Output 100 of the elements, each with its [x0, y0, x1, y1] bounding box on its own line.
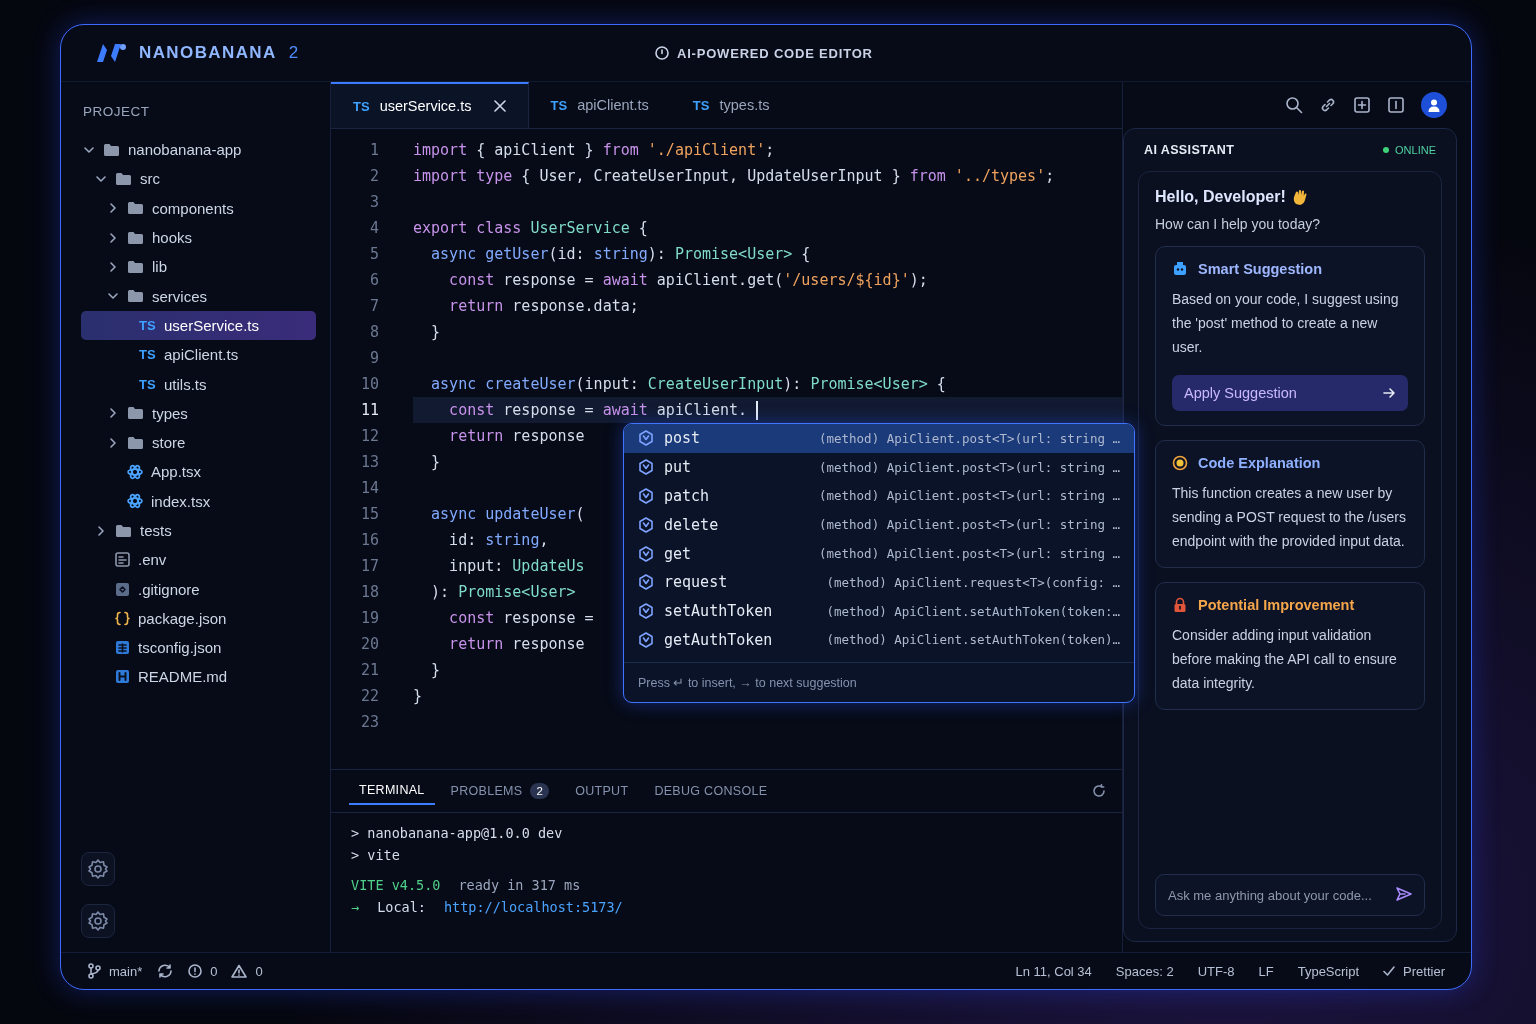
chevron-icon[interactable] — [107, 260, 119, 273]
panel-icon[interactable] — [1387, 96, 1405, 114]
tree-item[interactable]: services — [81, 281, 316, 311]
tree-item[interactable]: README.md — [81, 662, 316, 692]
panel-tab[interactable]: OUTPUT — [565, 778, 639, 804]
suggestion-item[interactable]: delete (method) ApiClient.post<T>(url: string … — [624, 510, 1134, 540]
code-line: async updateUser( — [430, 504, 585, 525]
document-icon — [115, 669, 130, 685]
chat-input[interactable]: Ask me anything about your code... — [1155, 874, 1425, 916]
close-icon[interactable] — [493, 100, 506, 112]
suggestion-item[interactable]: get (method) ApiClient.post<T>(url: string … — [624, 539, 1134, 568]
file-name: package.json — [138, 609, 227, 627]
terminal-text: → — [351, 899, 360, 915]
tree-item[interactable]: lib — [81, 252, 316, 282]
file-name: lib — [152, 258, 167, 276]
line-number: 3 — [368, 193, 380, 211]
editor-tab[interactable]: TS userService.ts — [331, 82, 529, 128]
code-line: ): Promise<User> — [430, 582, 576, 603]
robot-icon — [1172, 261, 1188, 277]
line-number: 22 — [359, 687, 380, 705]
suggestion-label: request — [664, 573, 729, 592]
status-item: LF — [1258, 963, 1274, 979]
hexagon-icon — [638, 631, 654, 648]
code-line: return response — [448, 634, 585, 655]
status-item: Spaces: 2 — [1115, 963, 1174, 979]
chevron-icon[interactable] — [95, 524, 107, 537]
tree-item[interactable]: src — [81, 164, 316, 194]
refresh-icon[interactable] — [1092, 784, 1106, 798]
branch-name: main* — [109, 963, 143, 979]
chevron-icon[interactable] — [107, 407, 119, 420]
suggestion-item[interactable]: request (method) ApiClient.request<T>(config: … — [624, 568, 1134, 597]
panel-tab[interactable]: DEBUG CONSOLE — [644, 778, 778, 804]
info-icon — [655, 46, 669, 60]
hexagon-icon — [638, 545, 654, 562]
atom-icon — [127, 493, 143, 510]
code-line: id: string, — [448, 530, 549, 551]
tree-item[interactable]: components — [81, 193, 316, 223]
tree-item[interactable]: .gitignore — [81, 574, 316, 604]
line-number: 4 — [368, 219, 380, 237]
user-avatar[interactable] — [1421, 92, 1447, 118]
folder-icon — [103, 142, 120, 157]
file-name: tests — [140, 522, 172, 539]
folder-icon — [127, 201, 144, 216]
gear-icon[interactable] — [81, 852, 115, 886]
link-icon[interactable] — [1319, 96, 1337, 114]
settings-file-icon — [115, 552, 130, 568]
tree-item[interactable]: nanobanana-app — [81, 135, 316, 165]
add-icon[interactable] — [1353, 96, 1371, 114]
editor-tab[interactable]: TS types.ts — [670, 82, 792, 128]
suggestion-item[interactable]: put (method) ApiClient.post<T>(url: string … — [624, 452, 1134, 482]
line-number: 5 — [368, 245, 380, 263]
suggestion-item[interactable]: setAuthToken (method) ApiClient.setAuthToken(token:… — [624, 596, 1134, 626]
file-name: .gitignore — [138, 580, 200, 598]
warning-icon — [231, 964, 248, 978]
tree-item[interactable]: TS userService.ts — [81, 310, 316, 341]
tree-item[interactable]: types — [81, 398, 316, 428]
tree-item[interactable]: TS apiClient.ts — [81, 340, 316, 370]
tree-item[interactable]: tsconfig.json — [81, 633, 316, 663]
count-label: 0 — [255, 963, 263, 979]
logo-icon — [95, 42, 127, 64]
code-line: return response.data; — [448, 296, 639, 317]
suggestion-label: patch — [664, 487, 711, 505]
gear-icon[interactable] — [81, 904, 115, 938]
editor-tab[interactable]: TS apiClient.ts — [528, 82, 671, 128]
suggestion-item[interactable]: patch (method) ApiClient.post<T>(url: string … — [624, 481, 1134, 511]
folder-icon — [127, 230, 144, 245]
tree-item[interactable]: store — [81, 427, 316, 458]
code-line: const response = await apiClient.get('/users/${id}'); — [448, 270, 928, 291]
url-link[interactable]: http://localhost:5173/ — [443, 899, 623, 915]
terminal-text: Local: — [377, 899, 426, 915]
code-line: return response — [448, 426, 585, 447]
panel-tab[interactable]: TERMINAL — [349, 777, 435, 805]
tree-item[interactable]: .env — [81, 545, 316, 575]
hexagon-icon — [638, 430, 654, 447]
panel-tab[interactable]: PROBLEMS 2 — [440, 777, 560, 805]
suggestion-label: post — [664, 429, 702, 448]
apply-button[interactable]: Apply Suggestion — [1172, 375, 1408, 411]
tree-item[interactable]: index.tsx — [81, 486, 316, 516]
tree-item[interactable]: App.tsx — [81, 457, 316, 487]
tree-item[interactable]: tests — [81, 515, 316, 546]
file-name: apiClient.ts — [164, 346, 239, 364]
chevron-icon[interactable] — [107, 436, 119, 449]
tree-item[interactable]: TS utils.ts — [81, 369, 316, 399]
sync-icon[interactable] — [156, 963, 175, 979]
chevron-icon[interactable] — [107, 202, 119, 215]
suggestion-item[interactable]: getAuthToken (method) ApiClient.setAuthToken(token)… — [624, 625, 1134, 655]
send-icon[interactable] — [1395, 885, 1413, 903]
file-name: hooks — [152, 229, 193, 247]
chevron-icon[interactable] — [107, 231, 119, 244]
keyboard-hint: Press ↵ to insert, → to next suggestion — [624, 662, 1134, 703]
tree-item[interactable]: package.json — [81, 603, 316, 634]
branch-icon — [87, 963, 101, 979]
suggestion-detail: (method) ApiClient.setAuthToken(token)… — [826, 632, 1120, 648]
line-number: 11 — [359, 401, 380, 419]
tree-item[interactable]: hooks — [81, 222, 316, 253]
suggestion-item[interactable]: post (method) ApiClient.post<T>(url: string … — [624, 424, 1134, 453]
status-item: TypeScript — [1297, 963, 1360, 979]
code-line: } — [430, 452, 441, 473]
search-icon[interactable] — [1285, 96, 1303, 114]
status-item: UTF-8 — [1197, 963, 1235, 979]
